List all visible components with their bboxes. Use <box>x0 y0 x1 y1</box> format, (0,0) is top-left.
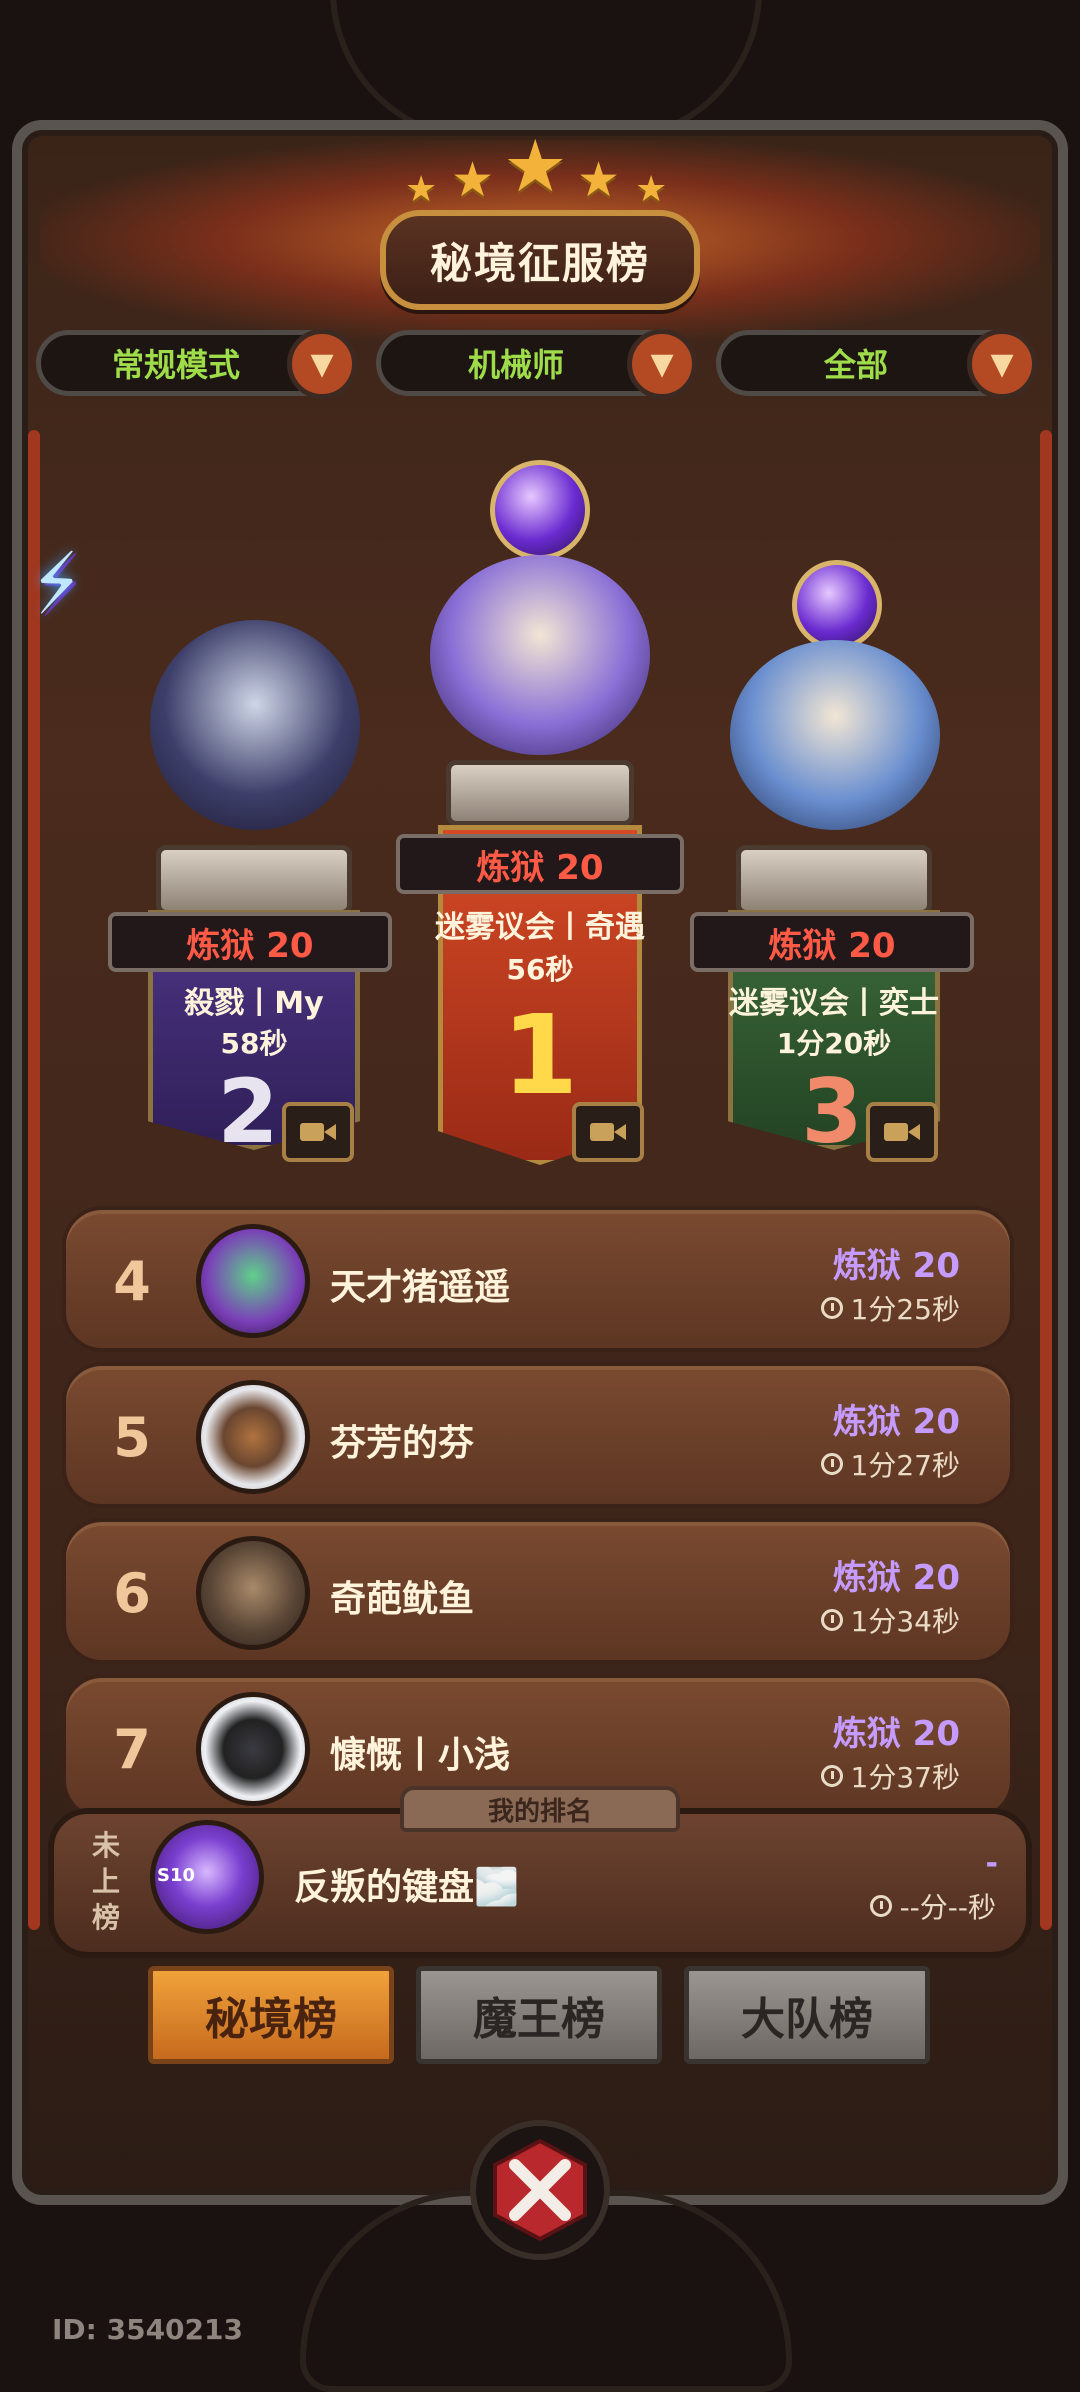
row-time-value: 1分37秒 <box>850 1761 960 1794</box>
my-time: --分--秒 <box>869 1886 996 1926</box>
clock-icon <box>820 1297 843 1319</box>
rank-two-time: 58秒 <box>220 1027 288 1060</box>
chevron-down-icon[interactable]: ▼ <box>287 329 357 399</box>
user-id: ID: 3540213 <box>52 2313 243 2346</box>
leaderboard-row[interactable]: 5 芬芳的芬 炼狱 20 1分27秒 <box>62 1362 1014 1508</box>
class-filter-dropdown[interactable]: 机械师 ▼ <box>376 329 697 399</box>
rank-two-player-name: 殺戮丨My <box>184 986 324 1021</box>
avatar[interactable] <box>196 1692 310 1806</box>
rank-three-player-name: 迷雾议会丨奕士 <box>729 986 939 1021</box>
rank-one-number: 1 <box>501 991 579 1119</box>
leaderboard-row[interactable]: 4 天才猪遥遥 炼狱 20 1分25秒 <box>62 1206 1014 1352</box>
rank-three-pedestal <box>736 845 932 915</box>
tab-secret-realm[interactable]: 秘境榜 <box>148 1966 394 2064</box>
row-level: 炼狱 20 <box>832 1402 960 1442</box>
my-level: - <box>985 1846 998 1881</box>
chevron-down-icon[interactable]: ▼ <box>627 329 697 399</box>
rank-three-replay-button[interactable] <box>866 1102 938 1162</box>
panel-side-trim-right <box>1040 430 1052 1930</box>
row-rank: 7 <box>113 1718 151 1781</box>
rank-three-level-tag: 炼狱 20 <box>690 912 974 972</box>
my-rank-tab-label: 我的排名 <box>400 1786 680 1832</box>
rank-two-hero-avatar[interactable] <box>150 620 360 830</box>
rank-one-level-tag: 炼狱 20 <box>396 834 684 894</box>
row-level: 炼狱 20 <box>832 1714 960 1754</box>
my-rank-status: 未上榜 <box>91 1829 120 1934</box>
star-icon: ★ <box>503 124 568 208</box>
rank-two-level-tag: 炼狱 20 <box>108 912 392 972</box>
row-rank: 4 <box>113 1250 151 1313</box>
rank-three-hero-avatar[interactable] <box>730 640 940 830</box>
row-time: 1分25秒 <box>820 1288 960 1328</box>
rank-one-replay-button[interactable] <box>572 1102 644 1162</box>
row-player-name: 天才猪遥遥 <box>330 1267 511 1308</box>
tab-demon-king[interactable]: 魔王榜 <box>416 1966 662 2064</box>
rank-two-replay-button[interactable] <box>282 1102 354 1162</box>
row-level: 炼狱 20 <box>832 1246 960 1286</box>
row-time: 1分37秒 <box>820 1756 960 1796</box>
my-time-value: --分--秒 <box>899 1891 996 1924</box>
rank-two-pedestal <box>156 845 352 915</box>
rank-one-hero-avatar[interactable] <box>430 555 650 755</box>
my-player-name: 反叛的键盘🌫️ <box>294 1867 519 1908</box>
row-time-value: 1分27秒 <box>850 1449 960 1482</box>
rank-one-hero-orb <box>490 460 590 560</box>
row-player-name: 慷慨丨小浅 <box>330 1735 511 1776</box>
star-icon: ★ <box>405 169 438 210</box>
rank-three-hero-orb <box>792 560 882 650</box>
avatar[interactable] <box>196 1224 310 1338</box>
row-player-name: 芬芳的芬 <box>330 1423 475 1464</box>
avatar[interactable] <box>196 1380 310 1494</box>
video-camera-icon <box>884 1123 920 1141</box>
star-icon: ★ <box>451 152 495 208</box>
row-time-value: 1分25秒 <box>850 1293 960 1326</box>
row-time-value: 1分34秒 <box>850 1605 960 1638</box>
star-icon: ★ <box>635 169 668 210</box>
row-player-name: 奇葩鱿鱼 <box>330 1579 475 1620</box>
close-button[interactable] <box>470 2120 610 2260</box>
row-time: 1分27秒 <box>820 1444 960 1484</box>
mode-filter-dropdown[interactable]: 常规模式 ▼ <box>36 329 357 399</box>
scope-filter-dropdown[interactable]: 全部 ▼ <box>716 329 1037 399</box>
season-badge: S10 <box>157 1865 196 1886</box>
page-title: 秘境征服榜 <box>380 210 700 310</box>
rank-three-time: 1分20秒 <box>776 1027 892 1060</box>
star-rating: ★ ★ ★ ★ ★ <box>395 130 685 210</box>
rank-one-player-name: 迷雾议会丨奇遇 <box>435 910 645 945</box>
tab-squad[interactable]: 大队榜 <box>684 1966 930 2064</box>
chevron-down-icon[interactable]: ▼ <box>967 329 1037 399</box>
video-camera-icon <box>590 1123 626 1141</box>
leaderboard-row[interactable]: 6 奇葩鱿鱼 炼狱 20 1分34秒 <box>62 1518 1014 1664</box>
video-camera-icon <box>300 1123 336 1141</box>
avatar[interactable] <box>196 1536 310 1650</box>
clock-icon <box>820 1765 843 1787</box>
clock-icon <box>820 1609 843 1631</box>
clock-icon <box>869 1895 892 1917</box>
rank-one-time: 56秒 <box>506 953 574 986</box>
star-icon: ★ <box>577 152 621 208</box>
clock-icon <box>820 1453 843 1475</box>
row-rank: 5 <box>113 1406 151 1469</box>
row-rank: 6 <box>113 1562 151 1625</box>
row-level: 炼狱 20 <box>832 1558 960 1598</box>
rank-one-pedestal <box>446 760 634 826</box>
panel-side-trim-left <box>28 430 40 1930</box>
close-icon <box>493 2138 587 2242</box>
row-time: 1分34秒 <box>820 1600 960 1640</box>
avatar[interactable]: S10 <box>150 1820 264 1934</box>
